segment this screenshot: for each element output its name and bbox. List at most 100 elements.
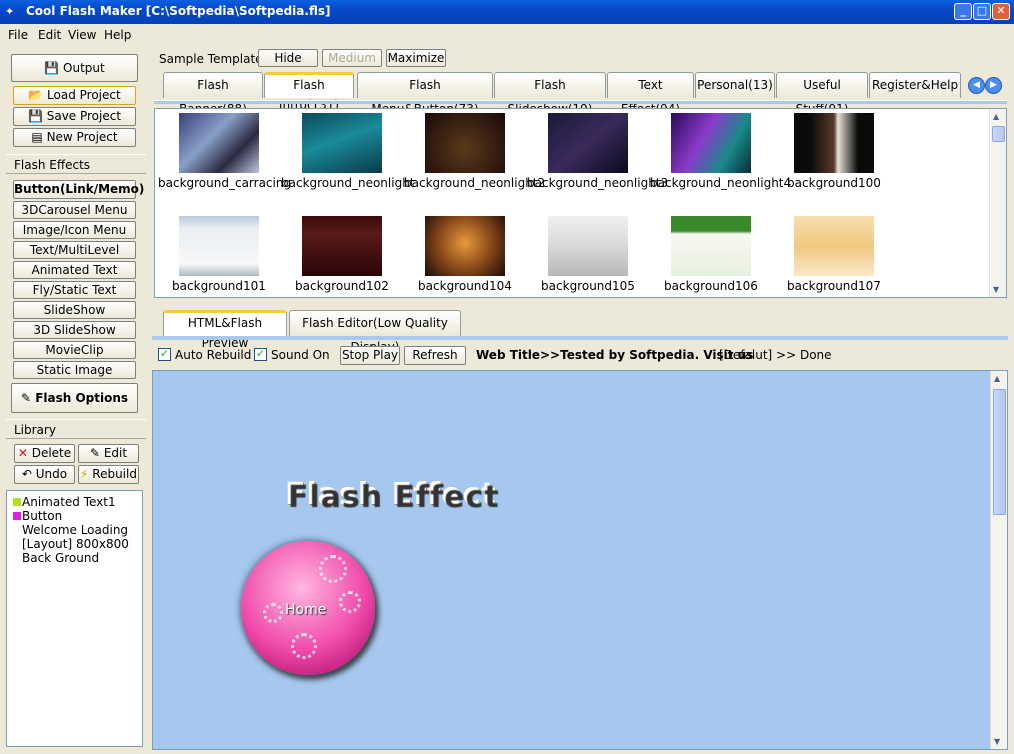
minimize-button[interactable]: _ bbox=[954, 3, 972, 20]
undo-label: Undo bbox=[35, 467, 68, 481]
template-tabs: Flash Banner(88) Flash Intro(131) Flash … bbox=[163, 72, 1008, 116]
rebuild-label: Rebuild bbox=[92, 467, 137, 481]
effect-fly-static-text[interactable]: Fly/Static Text bbox=[13, 281, 136, 299]
refresh-button[interactable]: Refresh bbox=[404, 346, 466, 365]
effect-text-multilevel-menu[interactable]: Text/MultiLevel Menu bbox=[13, 241, 136, 273]
home-label: Home bbox=[285, 602, 327, 618]
tab-flash-intro[interactable]: Flash Intro(131) bbox=[264, 72, 354, 112]
medium-button[interactable]: Medium bbox=[322, 49, 382, 67]
scroll-thumb[interactable] bbox=[993, 389, 1006, 515]
tab-flash-slideshow[interactable]: Flash Slideshow(19) bbox=[494, 72, 606, 116]
template-thumbnail[interactable] bbox=[302, 216, 382, 276]
load-project-button[interactable]: 📂 Load Project bbox=[13, 86, 136, 105]
template-thumbnail[interactable] bbox=[548, 216, 628, 276]
delete-button[interactable]: ✕ Delete bbox=[14, 444, 75, 463]
thumb-caption: background_neonlight3 bbox=[527, 176, 669, 190]
library-item[interactable]: [Layout] 800x800 bbox=[22, 537, 129, 551]
menu-help[interactable]: Help bbox=[104, 28, 131, 42]
new-project-button[interactable]: ▤ New Project bbox=[13, 128, 136, 147]
effect-3d-slideshow[interactable]: 3D SlideShow bbox=[13, 321, 136, 339]
template-thumbnail[interactable] bbox=[425, 113, 505, 173]
close-button[interactable]: ✕ bbox=[992, 3, 1010, 20]
gallery-scrollbar[interactable]: ▲ ▼ bbox=[989, 109, 1006, 297]
menu-bar: File Edit View Help bbox=[0, 24, 1014, 46]
preview-tabs: HTML&Flash Preview Flash Editor(Low Qual… bbox=[163, 310, 1008, 354]
save-project-button[interactable]: 💾 Save Project bbox=[13, 107, 136, 126]
maximize-button[interactable]: □ bbox=[973, 3, 991, 20]
rebuild-button[interactable]: ⚡ Rebuild bbox=[78, 465, 139, 484]
template-thumbnail[interactable] bbox=[179, 113, 259, 173]
tab-flash-banner[interactable]: Flash Banner(88) bbox=[163, 72, 263, 116]
template-thumbnail[interactable] bbox=[794, 113, 874, 173]
scroll-down-icon[interactable]: ▼ bbox=[994, 737, 1000, 746]
save-icon: 💾 bbox=[27, 109, 43, 123]
delete-label: Delete bbox=[31, 446, 72, 460]
flash-preview-area[interactable]: Flash Effect Home ▲ ▼ bbox=[152, 370, 1008, 750]
effect-static-image[interactable]: Static Image bbox=[13, 361, 136, 379]
tab-flash-menu-button[interactable]: Flash Menu&Button(73) bbox=[357, 72, 493, 116]
flower-decoration-icon bbox=[339, 591, 361, 613]
tab-text-effect[interactable]: Text Effect(94) bbox=[607, 72, 694, 116]
template-thumbnail[interactable] bbox=[425, 216, 505, 276]
library-item[interactable]: Button bbox=[13, 509, 62, 523]
scroll-up-icon[interactable]: ▲ bbox=[993, 112, 999, 121]
edit-label: Edit bbox=[103, 446, 128, 460]
flash-effect-text: Flash Effect bbox=[286, 478, 498, 513]
menu-edit[interactable]: Edit bbox=[38, 28, 61, 42]
thumb-caption: background_neonlight bbox=[281, 176, 415, 190]
template-thumbnail[interactable] bbox=[671, 216, 751, 276]
auto-rebuild-label: Auto Rebuild bbox=[175, 348, 252, 362]
edit-button[interactable]: ✎ Edit bbox=[78, 444, 139, 463]
template-thumbnail[interactable] bbox=[548, 113, 628, 173]
tab-html-flash-preview[interactable]: HTML&Flash Preview bbox=[163, 310, 287, 350]
preview-toolbar: ✓ Auto Rebuild ✓ Sound On Stop Play Refr… bbox=[150, 342, 1010, 368]
tab-personal[interactable]: Personal(13) bbox=[695, 72, 775, 98]
flower-decoration-icon bbox=[263, 603, 283, 623]
hide-button[interactable]: Hide bbox=[258, 49, 318, 67]
home-button-orb[interactable]: Home bbox=[241, 541, 375, 675]
library-item[interactable]: Animated Text1 bbox=[13, 495, 116, 509]
effect-image-icon-menu[interactable]: Image/Icon Menu bbox=[13, 221, 136, 239]
right-panel: Sample Templates Hide Medium Maximize Fl… bbox=[150, 48, 1010, 750]
new-icon: ▤ bbox=[31, 130, 43, 144]
thumb-caption: background101 bbox=[172, 279, 266, 293]
library-item[interactable]: Welcome Loading bbox=[22, 523, 128, 537]
menu-view[interactable]: View bbox=[68, 28, 96, 42]
app-icon: ✦ bbox=[5, 5, 15, 18]
flash-options-button[interactable]: ✎ Flash Options bbox=[11, 383, 138, 413]
thumb-caption: background107 bbox=[787, 279, 881, 293]
maximize-templates-button[interactable]: Maximize bbox=[386, 49, 446, 67]
preview-scrollbar[interactable]: ▲ ▼ bbox=[990, 371, 1007, 749]
template-thumbnail[interactable] bbox=[179, 216, 259, 276]
sound-on-checkbox[interactable]: ✓ bbox=[254, 348, 267, 361]
scroll-thumb[interactable] bbox=[992, 126, 1005, 142]
template-thumbnail[interactable] bbox=[794, 216, 874, 276]
stop-play-button[interactable]: Stop Play bbox=[340, 346, 400, 365]
library-list[interactable]: Animated Text1 Button Welcome Loading [L… bbox=[6, 490, 143, 747]
library-item[interactable]: Back Ground bbox=[22, 551, 99, 565]
thumb-caption: background105 bbox=[541, 279, 635, 293]
tab-scroll-left-icon[interactable]: ◀ bbox=[968, 77, 985, 94]
template-thumbnail[interactable] bbox=[302, 113, 382, 173]
tab-register-help[interactable]: Register&Help bbox=[869, 72, 961, 98]
tab-useful-stuff[interactable]: Useful Stuff(91) bbox=[776, 72, 868, 116]
thumb-caption: background106 bbox=[664, 279, 758, 293]
effect-slideshow[interactable]: SlideShow bbox=[13, 301, 136, 319]
effect-3dcarousel-menu[interactable]: 3DCarousel Menu bbox=[13, 201, 136, 219]
undo-button[interactable]: ↶ Undo bbox=[14, 465, 75, 484]
template-thumbnail[interactable] bbox=[671, 113, 751, 173]
tab-scroll-right-icon[interactable]: ▶ bbox=[985, 77, 1002, 94]
effect-button-link-memo[interactable]: Button(Link/Memo) bbox=[13, 180, 144, 199]
scroll-down-icon[interactable]: ▼ bbox=[993, 285, 999, 294]
auto-rebuild-checkbox[interactable]: ✓ bbox=[158, 348, 171, 361]
effect-animated-text[interactable]: Animated Text bbox=[13, 261, 136, 279]
menu-file[interactable]: File bbox=[8, 28, 28, 42]
undo-icon: ↶ bbox=[21, 467, 32, 481]
output-swf-button[interactable]: 💾 Output SWF&Flash bbox=[11, 54, 138, 101]
new-project-label: New Project bbox=[46, 130, 118, 144]
effect-movieclip[interactable]: MovieClip bbox=[13, 341, 136, 359]
scroll-up-icon[interactable]: ▲ bbox=[994, 374, 1000, 383]
thumb-caption: background100 bbox=[787, 176, 881, 190]
tab-flash-editor[interactable]: Flash Editor(Low Quality Display) bbox=[289, 310, 461, 354]
library-header: Library bbox=[6, 419, 146, 439]
